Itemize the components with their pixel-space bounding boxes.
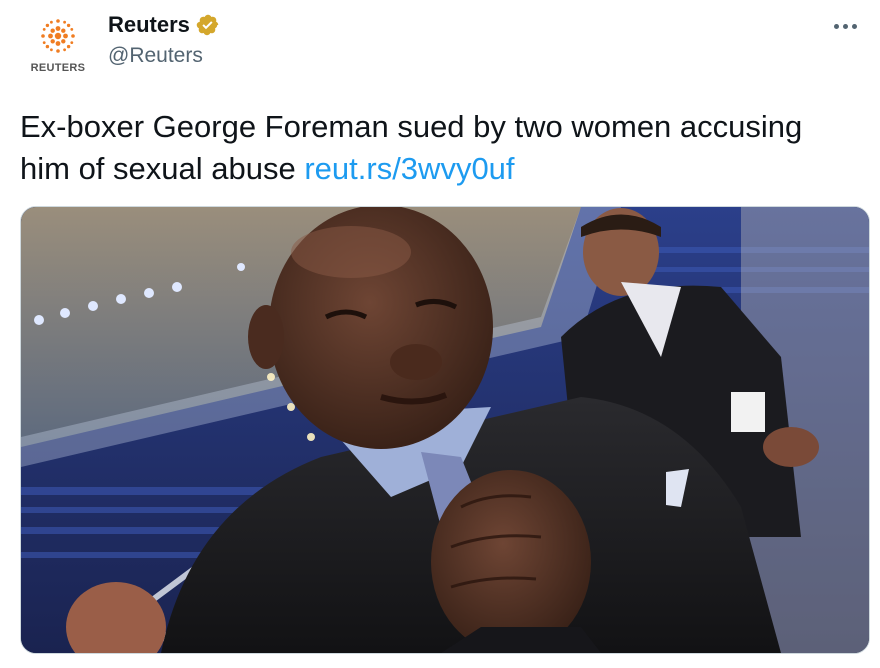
avatar-wordmark: REUTERS xyxy=(30,62,86,74)
author-name-row[interactable]: Reuters xyxy=(108,12,220,38)
more-horizontal-icon xyxy=(833,23,839,29)
verified-badge-icon xyxy=(196,14,219,36)
tweet-link[interactable]: reut.rs/3wvy0uf xyxy=(304,151,514,186)
boxer-photo-illustration xyxy=(21,207,869,653)
tweet-text: Ex-boxer George Foreman sued by two wome… xyxy=(20,106,860,190)
tweet-photo[interactable] xyxy=(20,206,870,654)
display-name[interactable]: Reuters xyxy=(108,12,190,38)
tweet-card[interactable]: REUTERS Reuters @Reuters Ex-boxer George… xyxy=(0,0,880,668)
author-handle[interactable]: @Reuters xyxy=(108,44,203,68)
reuters-dot-logo-icon xyxy=(41,19,75,53)
avatar[interactable]: REUTERS xyxy=(22,8,94,80)
more-options-button[interactable] xyxy=(828,12,862,40)
